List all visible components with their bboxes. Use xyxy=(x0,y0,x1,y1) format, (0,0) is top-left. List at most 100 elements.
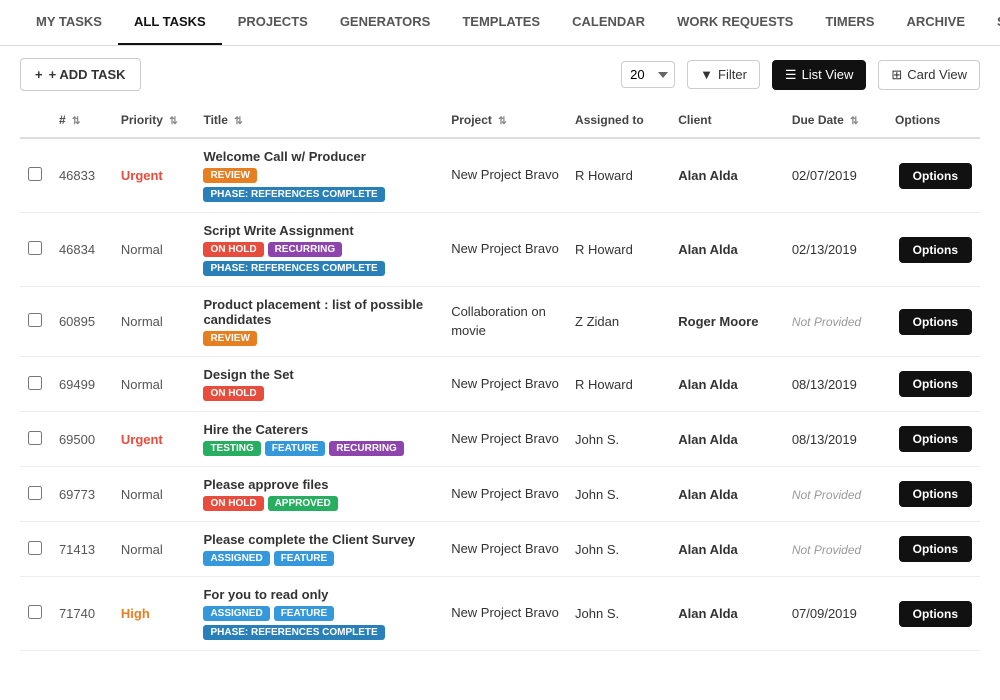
header-assigned-to: Assigned to xyxy=(567,103,670,138)
header-checkbox xyxy=(20,103,51,138)
task-options-button[interactable]: Options xyxy=(899,426,972,452)
task-options-button[interactable]: Options xyxy=(899,536,972,562)
row-checkbox[interactable] xyxy=(28,241,42,255)
nav-item-all-tasks[interactable]: ALL TASKS xyxy=(118,0,222,45)
task-project: Collaboration on movie xyxy=(443,287,567,357)
task-client: Roger Moore xyxy=(670,287,784,357)
task-options-button[interactable]: Options xyxy=(899,309,972,335)
task-tag: TESTING xyxy=(203,441,260,456)
task-tag: APPROVED xyxy=(268,496,338,511)
task-options-button[interactable]: Options xyxy=(899,237,972,263)
list-view-label: List View xyxy=(802,67,854,82)
task-client: Alan Alda xyxy=(670,522,784,577)
row-checkbox[interactable] xyxy=(28,167,42,181)
row-checkbox[interactable] xyxy=(28,605,42,619)
nav-item-generators[interactable]: GENERATORS xyxy=(324,0,447,45)
row-checkbox[interactable] xyxy=(28,431,42,445)
per-page-select[interactable]: 20 50 100 xyxy=(621,61,675,88)
task-assigned-to: John S. xyxy=(567,467,670,522)
table-row: 46833UrgentWelcome Call w/ ProducerREVIE… xyxy=(20,138,980,213)
header-client: Client xyxy=(670,103,784,138)
task-title: For you to read only xyxy=(203,587,435,602)
nav-item-archive[interactable]: ARCHIVE xyxy=(890,0,981,45)
header-priority[interactable]: Priority ⇅ xyxy=(113,103,196,138)
card-view-label: Card View xyxy=(907,67,967,82)
toolbar: + + ADD TASK 20 50 100 ▼ Filter ☰ List V… xyxy=(0,46,1000,103)
plus-icon: + xyxy=(35,67,43,82)
header-project[interactable]: Project ⇅ xyxy=(443,103,567,138)
row-checkbox[interactable] xyxy=(28,486,42,500)
nav-item-timers[interactable]: TIMERS xyxy=(809,0,890,45)
task-priority: Normal xyxy=(113,357,196,412)
header-#[interactable]: # ⇅ xyxy=(51,103,113,138)
task-tag: PHASE: REFERENCES COMPLETE xyxy=(203,625,384,640)
nav-item-projects[interactable]: PROJECTS xyxy=(222,0,324,45)
task-options-button[interactable]: Options xyxy=(899,481,972,507)
task-title: Product placement : list of possible can… xyxy=(203,297,435,327)
row-checkbox[interactable] xyxy=(28,313,42,327)
task-options-cell: Options xyxy=(887,213,980,287)
task-tag: ASSIGNED xyxy=(203,551,269,566)
tasks-table: # ⇅Priority ⇅Title ⇅Project ⇅Assigned to… xyxy=(20,103,980,651)
task-priority: Urgent xyxy=(113,138,196,213)
task-tag: ON HOLD xyxy=(203,242,263,257)
task-project: New Project Bravo xyxy=(443,357,567,412)
task-due-date: Not Provided xyxy=(784,467,887,522)
task-project: New Project Bravo xyxy=(443,522,567,577)
task-title: Welcome Call w/ Producer xyxy=(203,149,435,164)
header-due-date[interactable]: Due Date ⇅ xyxy=(784,103,887,138)
task-id: 69773 xyxy=(51,467,113,522)
table-row: 69773NormalPlease approve filesON HOLDAP… xyxy=(20,467,980,522)
task-tag: ON HOLD xyxy=(203,496,263,511)
row-checkbox[interactable] xyxy=(28,541,42,555)
task-tag: RECURRING xyxy=(329,441,404,456)
table-row: 71740HighFor you to read onlyASSIGNEDFEA… xyxy=(20,577,980,651)
filter-button[interactable]: ▼ Filter xyxy=(687,60,760,89)
task-assigned-to: John S. xyxy=(567,412,670,467)
task-due-date: 02/13/2019 xyxy=(784,213,887,287)
tasks-table-wrapper: # ⇅Priority ⇅Title ⇅Project ⇅Assigned to… xyxy=(0,103,1000,651)
task-options-cell: Options xyxy=(887,287,980,357)
nav-item-templates[interactable]: TEMPLATES xyxy=(446,0,556,45)
task-assigned-to: R Howard xyxy=(567,357,670,412)
task-title-cell: Please complete the Client SurveyASSIGNE… xyxy=(195,522,443,577)
task-options-button[interactable]: Options xyxy=(899,163,972,189)
row-checkbox[interactable] xyxy=(28,376,42,390)
nav-item-work-requests[interactable]: WORK REQUESTS xyxy=(661,0,809,45)
task-title-cell: Please approve filesON HOLDAPPROVED xyxy=(195,467,443,522)
task-options-cell: Options xyxy=(887,138,980,213)
card-view-button[interactable]: ⊞ Card View xyxy=(878,60,980,90)
card-icon: ⊞ xyxy=(891,67,902,83)
task-tag: RECURRING xyxy=(268,242,343,257)
task-tag: FEATURE xyxy=(274,551,334,566)
table-row: 60895NormalProduct placement : list of p… xyxy=(20,287,980,357)
task-due-date: 07/09/2019 xyxy=(784,577,887,651)
header-title[interactable]: Title ⇅ xyxy=(195,103,443,138)
task-tag: ASSIGNED xyxy=(203,606,269,621)
task-project: New Project Bravo xyxy=(443,138,567,213)
task-title: Script Write Assignment xyxy=(203,223,435,238)
task-priority: Normal xyxy=(113,287,196,357)
list-view-button[interactable]: ☰ List View xyxy=(772,60,866,90)
nav-item-my-tasks[interactable]: MY TASKS xyxy=(20,0,118,45)
task-due-date: 08/13/2019 xyxy=(784,357,887,412)
task-options-button[interactable]: Options xyxy=(899,371,972,397)
task-options-cell: Options xyxy=(887,522,980,577)
table-row: 69499NormalDesign the SetON HOLDNew Proj… xyxy=(20,357,980,412)
task-project: New Project Bravo xyxy=(443,467,567,522)
table-row: 69500UrgentHire the CaterersTESTINGFEATU… xyxy=(20,412,980,467)
task-assigned-to: John S. xyxy=(567,522,670,577)
task-options-button[interactable]: Options xyxy=(899,601,972,627)
task-id: 46834 xyxy=(51,213,113,287)
task-title: Hire the Caterers xyxy=(203,422,435,437)
task-client: Alan Alda xyxy=(670,577,784,651)
top-nav: MY TASKSALL TASKSPROJECTSGENERATORSTEMPL… xyxy=(0,0,1000,46)
task-tag: FEATURE xyxy=(265,441,325,456)
task-options-cell: Options xyxy=(887,357,980,412)
nav-item-settings[interactable]: SETTINGS xyxy=(981,0,1000,45)
task-id: 71413 xyxy=(51,522,113,577)
task-priority: Urgent xyxy=(113,412,196,467)
nav-item-calendar[interactable]: CALENDAR xyxy=(556,0,661,45)
task-due-date: 08/13/2019 xyxy=(784,412,887,467)
add-task-button[interactable]: + + ADD TASK xyxy=(20,58,141,91)
